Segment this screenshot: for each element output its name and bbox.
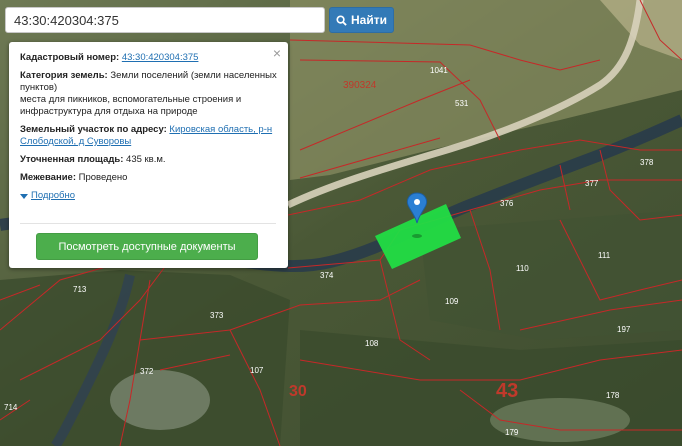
survey-label: Межевание: <box>20 172 76 183</box>
address-label: Земельный участок по адресу: <box>20 124 167 135</box>
parcel-label: 714 <box>4 403 18 412</box>
parcel-label: 374 <box>320 271 334 280</box>
parcel-label: 111 <box>598 251 611 260</box>
parcel-label: 378 <box>640 158 654 167</box>
parcel-info-popup: × Кадастровый номер: 43:30:420304:375 Ка… <box>9 42 288 268</box>
parcel-label: 179 <box>505 428 519 437</box>
parcel-label: 197 <box>617 325 631 334</box>
parcel-label: 377 <box>585 179 599 188</box>
parcel-label: 108 <box>365 339 379 348</box>
survey-value: Проведено <box>78 172 128 183</box>
area-value: 435 кв.м. <box>126 154 166 165</box>
category-label: Категория земель: <box>20 70 108 81</box>
parcel-label: 373 <box>210 311 224 320</box>
parcel-label: 107 <box>250 366 264 375</box>
divider <box>20 223 276 224</box>
search-icon <box>336 14 347 26</box>
chevron-down-icon <box>20 193 28 199</box>
parcel-label: 372 <box>140 367 154 376</box>
more-details-label[interactable]: Подробно <box>31 190 75 202</box>
address-row: Земельный участок по адресу: Кировская о… <box>20 124 278 148</box>
parcel-label: 376 <box>500 199 514 208</box>
cadastral-link[interactable]: 43:30:420304:375 <box>122 52 199 63</box>
search-button[interactable]: Найти <box>329 7 394 33</box>
category-extra: места для пикников, вспомогательные стро… <box>20 94 242 117</box>
cadastral-row: Кадастровый номер: 43:30:420304:375 <box>20 52 278 64</box>
parcel-label: 110 <box>516 264 529 273</box>
forest-area <box>420 210 682 340</box>
parcel-label: 178 <box>606 391 620 400</box>
parcel-label: 109 <box>445 297 459 306</box>
category-row: Категория земель: Земли поселений (земли… <box>20 70 278 118</box>
quarter-label: 43 <box>496 380 518 402</box>
view-documents-button[interactable]: Посмотреть доступные документы <box>36 233 258 260</box>
close-icon[interactable]: × <box>273 46 281 60</box>
quarter-label: 390324 <box>343 80 377 91</box>
quarter-label: 30 <box>289 383 307 400</box>
parcel-label: 713 <box>73 285 87 294</box>
area-row: Уточненная площадь: 435 кв.м. <box>20 154 278 166</box>
forest-area <box>300 330 682 446</box>
search-input[interactable] <box>5 7 325 33</box>
area-label: Уточненная площадь: <box>20 154 124 165</box>
cadastral-label: Кадастровый номер: <box>20 52 120 63</box>
search-button-label: Найти <box>351 13 387 27</box>
parcel-label: 1041 <box>430 66 448 75</box>
parcel-label: 531 <box>455 99 469 108</box>
survey-row: Межевание: Проведено <box>20 172 278 184</box>
more-details-link[interactable]: Подробно <box>20 190 278 202</box>
